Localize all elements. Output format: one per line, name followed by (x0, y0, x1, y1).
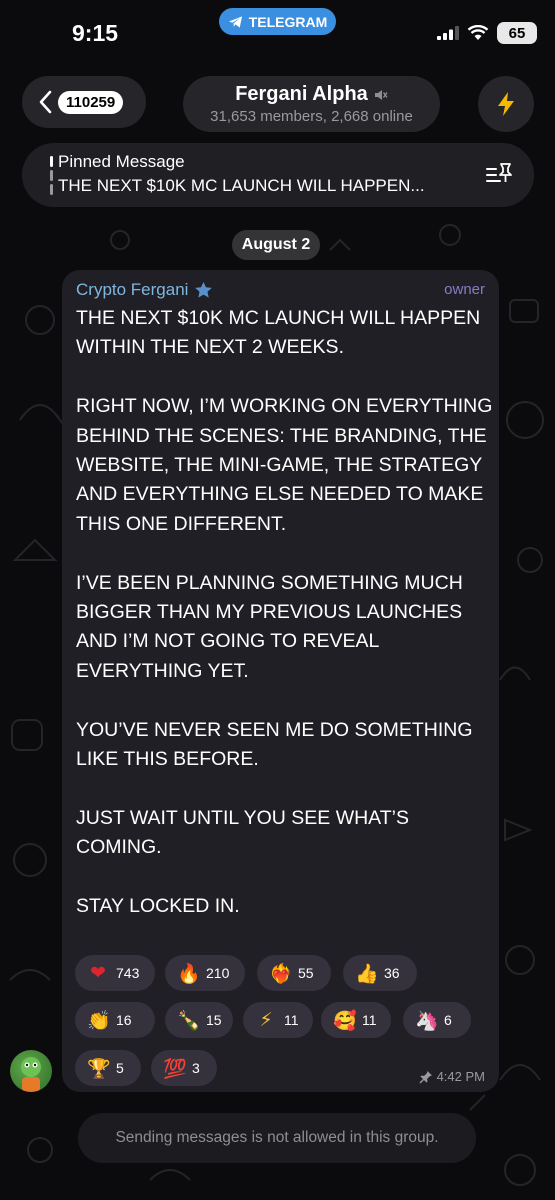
unread-count-badge: 110259 (58, 90, 124, 114)
reaction-chip[interactable]: ❤ 743 (75, 955, 155, 991)
chat-title: Fergani Alpha (235, 83, 368, 105)
reaction-count: 743 (116, 965, 140, 981)
message-time: 4:42 PM (436, 1069, 485, 1084)
reaction-chip[interactable]: 👍 36 (343, 955, 417, 991)
reaction-count: 210 (206, 965, 230, 981)
sender-row: Crypto Fergani (76, 280, 213, 300)
pin-position-indicator (50, 156, 53, 196)
reaction-chip[interactable]: ❤‍🔥 55 (257, 955, 331, 991)
sender-avatar[interactable] (10, 1050, 52, 1092)
chat-member-count: 31,653 members, 2,668 online (210, 108, 413, 125)
message-text: THE NEXT $10K MC LAUNCH WILL HAPPEN WITH… (76, 307, 493, 918)
chat-title-row: Fergani Alpha (235, 83, 388, 106)
reaction-emoji-icon: 👍 (355, 962, 379, 985)
reaction-emoji-icon: ❤‍🔥 (269, 962, 293, 985)
reaction-count: 3 (192, 1060, 200, 1076)
reaction-chip[interactable]: 🥰 11 (321, 1002, 391, 1038)
astronaut-frog-avatar-image (21, 1057, 41, 1092)
reaction-count: 36 (384, 965, 400, 981)
reaction-chip[interactable]: 👏 16 (75, 1002, 155, 1038)
reaction-emoji-icon: 🏆 (87, 1057, 111, 1080)
reaction-emoji-icon: 🦄 (415, 1009, 439, 1032)
reaction-count: 11 (362, 1012, 377, 1028)
reaction-chip[interactable]: 🔥 210 (165, 955, 245, 991)
message-bubble[interactable]: Crypto Fergani owner THE NEXT $10K MC LA… (62, 270, 499, 1092)
star-icon (195, 281, 213, 298)
pinned-message-bar[interactable]: Pinned Message THE NEXT $10K MC LAUNCH W… (22, 143, 534, 207)
reaction-emoji-icon: 👏 (87, 1009, 111, 1032)
battery-indicator: 65 (497, 22, 537, 44)
reaction-count: 16 (116, 1012, 132, 1028)
reaction-emoji-icon: 💯 (163, 1057, 187, 1080)
pinned-label: Pinned Message (58, 152, 185, 171)
reaction-chip[interactable]: 🍾 15 (165, 1002, 233, 1038)
telegram-icon (228, 15, 242, 28)
sender-name[interactable]: Crypto Fergani (76, 280, 188, 300)
signal-icon (437, 26, 459, 40)
muted-speaker-icon (374, 89, 388, 100)
status-indicators: 65 (437, 22, 537, 44)
reaction-emoji-icon: 🔥 (177, 962, 201, 985)
reaction-count: 6 (444, 1012, 452, 1028)
wifi-icon (467, 25, 489, 40)
reaction-chip[interactable]: 🦄 6 (403, 1002, 471, 1038)
reaction-count: 15 (206, 1012, 222, 1028)
reaction-emoji-icon: ❤ (90, 962, 106, 984)
telegram-return-pill[interactable]: TELEGRAM (219, 8, 336, 35)
reaction-chip[interactable]: ⚡ 11 (243, 1002, 313, 1038)
message-meta: 4:42 PM (419, 1069, 485, 1084)
chat-info-button[interactable]: Fergani Alpha 31,653 members, 2,668 onli… (183, 76, 440, 132)
reaction-chip[interactable]: 🏆 5 (75, 1050, 141, 1086)
reaction-count: 55 (298, 965, 314, 981)
owner-badge: owner (444, 281, 485, 298)
messaging-restricted-notice: Sending messages is not allowed in this … (78, 1113, 476, 1163)
reaction-count: 5 (116, 1060, 124, 1076)
app-pill-label: TELEGRAM (248, 13, 328, 30)
reaction-count: 11 (284, 1012, 299, 1028)
date-separator: August 2 (232, 230, 320, 260)
status-time: 9:15 (72, 20, 119, 46)
back-button[interactable]: 110259 (22, 76, 146, 128)
pinned-text: THE NEXT $10K MC LAUNCH WILL HAPPEN... (58, 176, 425, 195)
reaction-emoji-icon: ⚡ (259, 1009, 273, 1031)
chevron-left-icon (39, 90, 52, 114)
lightning-icon (498, 92, 514, 116)
reaction-emoji-icon: 🥰 (333, 1009, 357, 1032)
boost-button[interactable] (478, 76, 534, 132)
pinned-list-icon[interactable] (486, 161, 512, 185)
status-bar: 9:15 TELEGRAM 65 (0, 0, 555, 62)
reaction-emoji-icon: 🍾 (177, 1009, 201, 1032)
reaction-chip[interactable]: 💯 3 (151, 1050, 217, 1086)
pin-icon (419, 1070, 432, 1083)
chat-header: 110259 Fergani Alpha 31,653 members, 2,6… (0, 70, 555, 132)
